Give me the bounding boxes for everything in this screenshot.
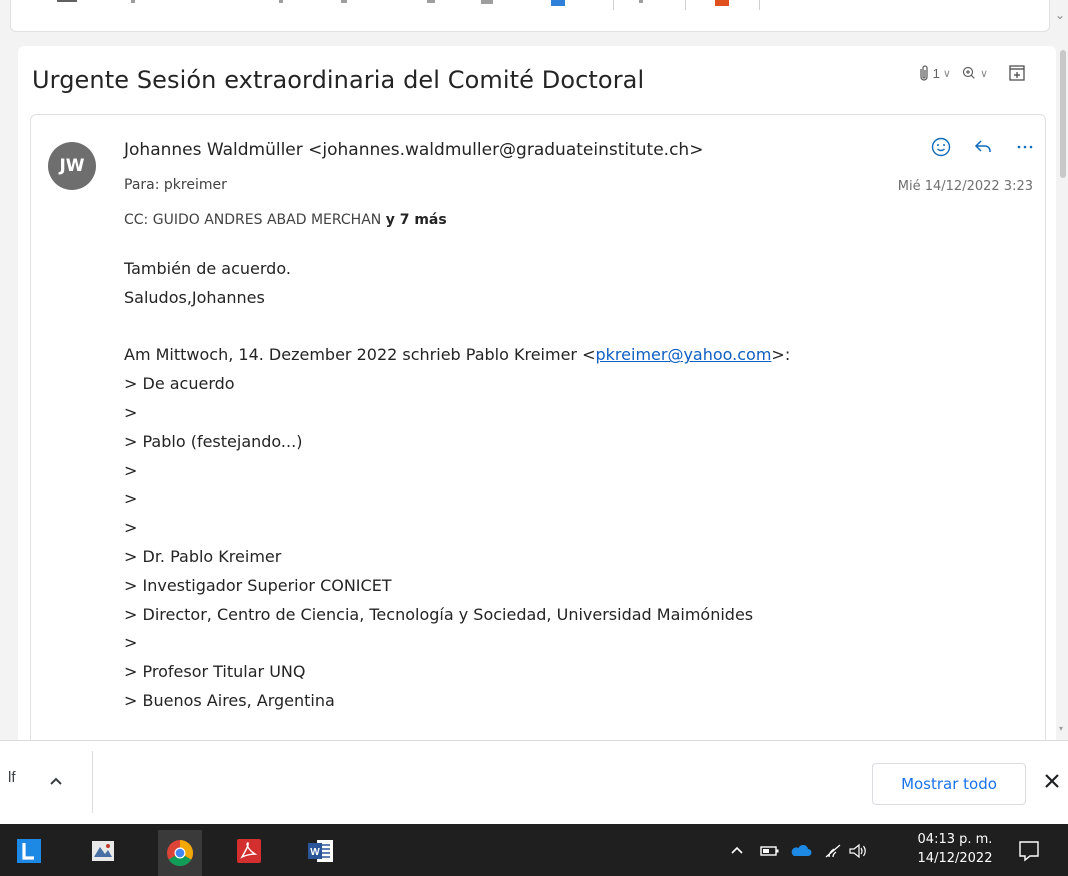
open-in-new-window-button[interactable] [1008,64,1026,82]
body-line: Saludos,Johannes [124,287,265,307]
wifi-icon[interactable] [824,843,842,859]
attachments-button[interactable]: 1 ∨ [918,64,951,82]
sender[interactable]: Johannes Waldmüller <johannes.waldmuller… [124,140,703,160]
pdf-icon [237,839,261,863]
message-body: También de acuerdo. Saludos,Johannes Am … [124,255,1024,716]
volume-icon[interactable] [848,843,868,859]
outlook-window: ⌄ Urgente Sesión extraordinaria del Comi… [0,0,1068,876]
message-toolbar [10,0,1050,32]
quote-intro: Am Mittwoch, 14. Dezember 2022 schrieb P… [124,341,1024,370]
toolbar-icons-strip[interactable] [11,0,1051,12]
expand-window-icon [1009,65,1025,81]
quoted-line: > Dr. Pablo Kreimer [124,546,282,566]
quote-intro-text: Am Mittwoch, 14. Dezember 2022 schrieb P… [124,345,596,365]
notifications-button[interactable] [1016,839,1042,863]
system-tray [728,837,868,865]
quoted-line: > Profesor Titular UNQ [124,662,306,682]
vertical-scrollbar[interactable]: ▾ [1058,46,1068,740]
to-label: Para: [124,177,160,193]
reply-icon [974,140,991,152]
system-clock[interactable]: 04:13 p. m. 14/12/2022 [900,830,1010,868]
taskbar-app-l[interactable] [12,834,46,868]
download-bar: lf Mostrar todo [0,740,1068,824]
paperclip-icon [919,65,928,81]
cc-label: CC: [124,212,149,228]
quoted-line: > [124,489,138,509]
quoted-line: > [124,518,138,538]
show-all-button[interactable]: Mostrar todo [872,763,1026,805]
reply-button[interactable] [971,135,995,159]
quoted-line: > Buenos Aires, Argentina [124,690,335,710]
taskbar-app-chrome[interactable] [158,830,202,876]
clock-time: 04:13 p. m. [917,832,993,847]
chevron-down-icon: ∨ [942,66,951,80]
more-actions-button[interactable] [1013,135,1037,159]
chrome-icon [167,840,194,867]
cc-line: CC: GUIDO ANDRES ABAD MERCHAN y 7 más [124,212,447,228]
chevron-up-icon[interactable] [46,771,66,791]
email-subject: Urgente Sesión extraordinaria del Comité… [32,66,645,94]
clock-date: 14/12/2022 [917,851,993,866]
scrollbar-thumb[interactable] [1060,50,1066,178]
reading-pane: Urgente Sesión extraordinaria del Comité… [18,46,1056,740]
taskbar-app-photos[interactable] [86,834,120,868]
subject-actions: 1 ∨ ∨ [918,64,1026,82]
quote-intro-end: >: [771,345,791,365]
body-line: También de acuerdo. [124,259,291,278]
chevron-up-icon[interactable] [728,842,746,860]
taskbar-app-word[interactable]: W [304,834,338,868]
download-file-name[interactable]: lf [8,769,16,786]
battery-icon[interactable] [760,844,780,858]
avatar[interactable]: JW [48,142,96,190]
quoted-line: > Investigador Superior CONICET [124,575,392,595]
chevron-down-icon[interactable]: ⌄ [1055,8,1065,22]
word-icon: W [308,840,333,862]
more-icon [1017,145,1033,149]
quoted-line: > [124,633,138,653]
l-app-icon [17,839,41,863]
react-button[interactable] [929,135,953,159]
message-card: JW Johannes Waldmüller <johannes.waldmul… [30,114,1046,740]
svg-text:W: W [310,847,320,858]
quoted-line: > De acuerdo [124,374,235,394]
message-actions [929,135,1037,159]
quoted-line: > Director, Centro de Ciencia, Tecnologí… [124,604,754,624]
scroll-down-arrow-icon[interactable]: ▾ [1059,724,1063,733]
photo-app-icon [92,841,114,861]
taskbar-app-acrobat[interactable] [232,834,266,868]
sent-date: Mié 14/12/2022 3:23 [897,179,1033,194]
close-icon[interactable] [1042,771,1062,791]
smiley-icon [931,137,951,157]
zoom-in-icon [962,66,975,79]
notification-icon [1019,841,1039,862]
to-recipient[interactable]: pkreimer [164,177,227,193]
quoted-line: > [124,460,138,480]
cc-more-link[interactable]: y 7 más [386,212,447,228]
quoted-line: > [124,402,138,422]
email-link[interactable]: pkreimer@yahoo.com [596,345,772,364]
chevron-down-icon: ∨ [979,66,988,80]
cc-recipient[interactable]: GUIDO ANDRES ABAD MERCHAN [153,212,382,228]
to-line: Para: pkreimer [124,177,227,193]
zoom-button[interactable]: ∨ [961,65,988,81]
onedrive-icon[interactable] [790,844,812,858]
attachment-count: 1 [932,65,940,81]
windows-taskbar: W 04:13 p. m. 14/12/2022 [0,824,1068,876]
quoted-line: > Pablo (festejando...) [124,431,303,451]
divider [92,751,93,813]
